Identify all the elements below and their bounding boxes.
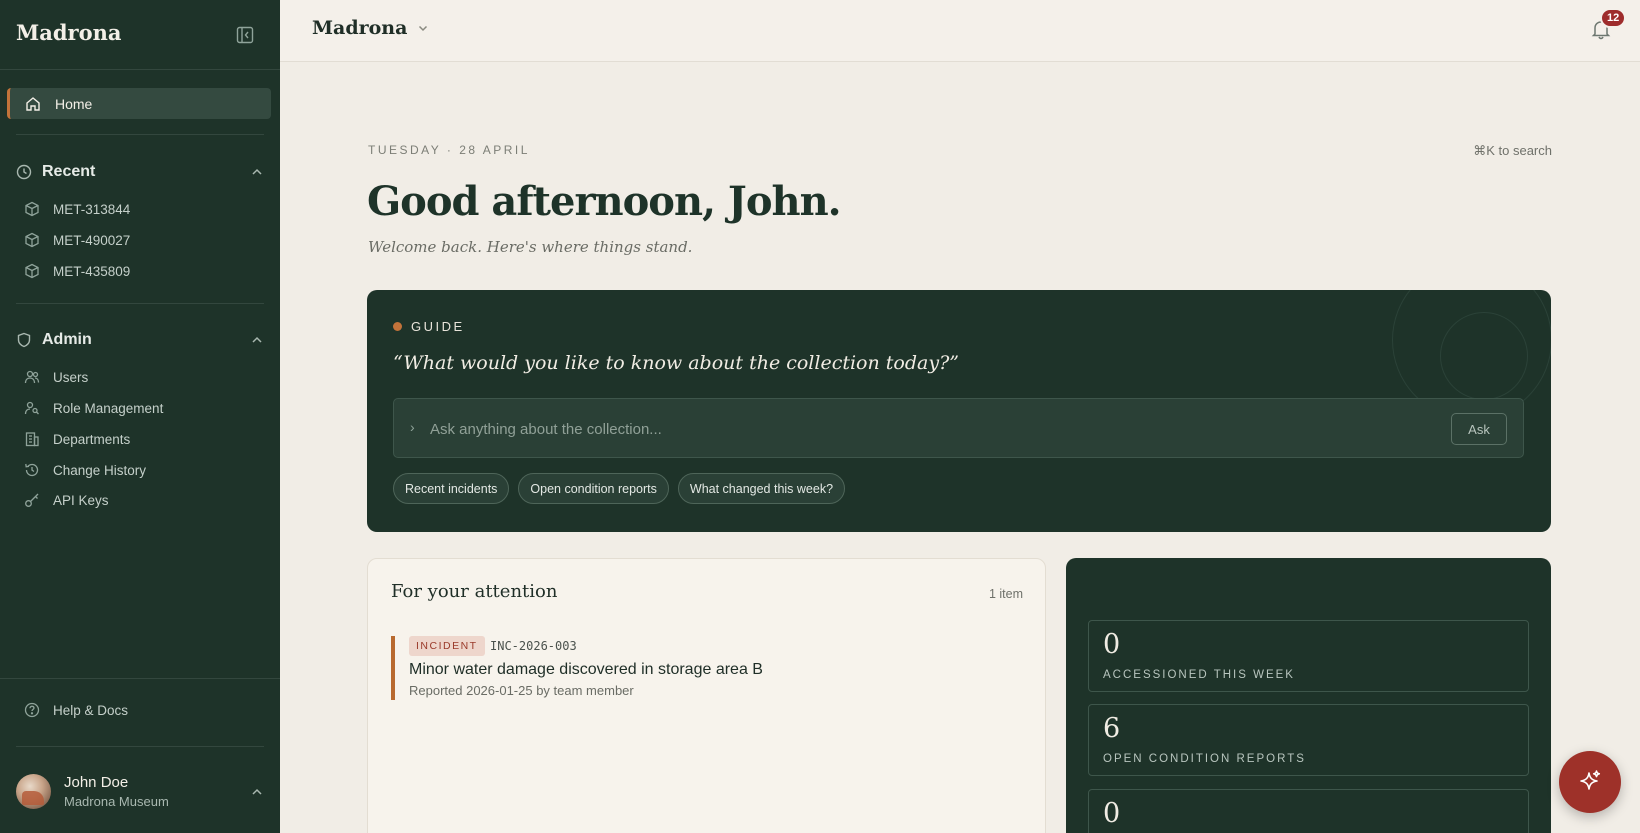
section-heading: Admin (42, 331, 92, 348)
sidebar-item-label: Departments (53, 431, 131, 447)
incident-meta: Reported 2026-01-25 by team member (409, 683, 634, 698)
attention-card: For your attention 1 item INCIDENT INC-2… (367, 558, 1046, 833)
incident-id: INC-2026-003 (490, 639, 577, 653)
stats-panel: 0 ACCESSIONED THIS WEEK 6 OPEN CONDITION… (1066, 558, 1551, 833)
guide-label-text: GUIDE (411, 319, 465, 334)
stat-card[interactable]: 0 ACCESSIONED THIS WEEK (1088, 620, 1529, 692)
sidebar-item-label: MET-435809 (53, 263, 131, 279)
help-circle-icon (24, 702, 40, 718)
incident-tag: INCIDENT (409, 636, 485, 656)
ask-box: › Ask (393, 398, 1524, 458)
stat-value: 6 (1103, 713, 1121, 744)
guide-panel: GUIDE “What would you like to know about… (367, 290, 1551, 532)
sidebar: Madrona Home Recent MET-313844 MET-49002… (0, 0, 280, 833)
shield-icon (17, 332, 31, 348)
user-organization: Madrona Museum (64, 794, 169, 809)
cube-icon (25, 263, 39, 279)
stat-card[interactable]: 6 OPEN CONDITION REPORTS (1088, 704, 1529, 776)
decorative-ring (1440, 312, 1528, 400)
sidebar-divider (16, 134, 264, 135)
current-date: TUESDAY · 28 APRIL (368, 143, 530, 157)
stat-label: ACCESSIONED THIS WEEK (1103, 669, 1295, 681)
sidebar-item-label: API Keys (53, 492, 109, 508)
sidebar-item-label: Role Management (53, 400, 164, 416)
sidebar-divider (0, 69, 280, 70)
chevron-down-icon (419, 25, 428, 32)
sparkle-icon (1580, 770, 1601, 790)
sidebar-item-label: MET-490027 (53, 232, 131, 248)
admin-section-header[interactable]: Admin (16, 331, 264, 349)
sidebar-item-recent-2[interactable]: MET-490027 (24, 232, 130, 248)
stat-value: 0 (1103, 798, 1121, 829)
incident-item[interactable]: INCIDENT INC-2026-003 Minor water damage… (391, 636, 1011, 700)
chevron-right-icon: › (410, 419, 415, 435)
stat-value: 0 (1103, 629, 1121, 660)
collapse-sidebar-icon[interactable] (236, 26, 254, 44)
guide-question: “What would you like to know about the c… (393, 352, 959, 374)
top-bar: Madrona 12 (280, 0, 1640, 62)
suggestion-chip[interactable]: Open condition reports (518, 473, 669, 504)
sidebar-item-help[interactable]: Help & Docs (24, 702, 128, 718)
guide-label: GUIDE (393, 319, 465, 334)
chevron-up-icon[interactable] (250, 785, 264, 799)
stat-card[interactable]: 0 (1088, 789, 1529, 833)
sidebar-brand: Madrona (16, 20, 122, 45)
workspace-name: Madrona (312, 17, 408, 39)
sidebar-divider (0, 678, 280, 679)
sidebar-item-api-keys[interactable]: API Keys (24, 492, 109, 508)
sidebar-item-role-management[interactable]: Role Management (24, 400, 163, 416)
user-name: John Doe (64, 774, 129, 791)
history-icon (25, 463, 39, 477)
sidebar-item-label: Users (53, 369, 89, 385)
suggestion-chip[interactable]: What changed this week? (677, 473, 846, 504)
sidebar-item-recent-3[interactable]: MET-435809 (24, 263, 130, 279)
search-shortcut-hint[interactable]: ⌘K to search (1473, 143, 1552, 159)
sidebar-divider (16, 746, 264, 747)
welcome-subtitle: Welcome back. Here's where things stand. (368, 238, 693, 256)
assistant-fab-button[interactable] (1559, 751, 1621, 813)
status-dot-icon (393, 322, 402, 331)
home-icon (26, 96, 40, 111)
key-icon (25, 493, 39, 507)
cube-icon (25, 201, 39, 217)
sidebar-divider (16, 303, 264, 304)
sidebar-item-label: Help & Docs (53, 702, 129, 718)
page-title: Good afternoon, John. (367, 178, 842, 225)
attention-count: 1 item (988, 587, 1023, 601)
stat-label: OPEN CONDITION REPORTS (1103, 753, 1306, 765)
user-key-icon (24, 401, 39, 415)
sidebar-item-label: Home (55, 95, 93, 112)
building-icon (25, 432, 39, 447)
clock-icon (16, 164, 32, 180)
suggestion-chip[interactable]: Recent incidents (393, 473, 510, 504)
chevron-up-icon[interactable] (250, 165, 264, 179)
sidebar-item-label: MET-313844 (53, 201, 131, 217)
sidebar-item-change-history[interactable]: Change History (24, 462, 146, 478)
sidebar-item-home[interactable]: Home (7, 88, 271, 119)
incident-title: Minor water damage discovered in storage… (409, 661, 763, 678)
users-icon (24, 370, 40, 384)
sidebar-item-users[interactable]: Users (24, 369, 88, 385)
attention-title: For your attention (391, 581, 558, 602)
notification-badge: 12 (1600, 8, 1627, 28)
user-menu[interactable]: John Doe Madrona Museum (16, 774, 264, 810)
cube-icon (25, 232, 39, 248)
ask-input[interactable] (430, 418, 1330, 440)
chevron-up-icon[interactable] (250, 333, 264, 347)
recent-section-header[interactable]: Recent (16, 163, 264, 181)
sidebar-item-label: Change History (53, 462, 147, 478)
sidebar-item-recent-1[interactable]: MET-313844 (24, 201, 130, 217)
workspace-switcher[interactable]: Madrona (312, 17, 429, 39)
sidebar-item-departments[interactable]: Departments (24, 431, 130, 447)
section-heading: Recent (42, 163, 96, 180)
suggestion-chips: Recent incidents Open condition reports … (393, 473, 846, 504)
ask-button[interactable]: Ask (1451, 413, 1507, 445)
avatar (16, 774, 51, 809)
